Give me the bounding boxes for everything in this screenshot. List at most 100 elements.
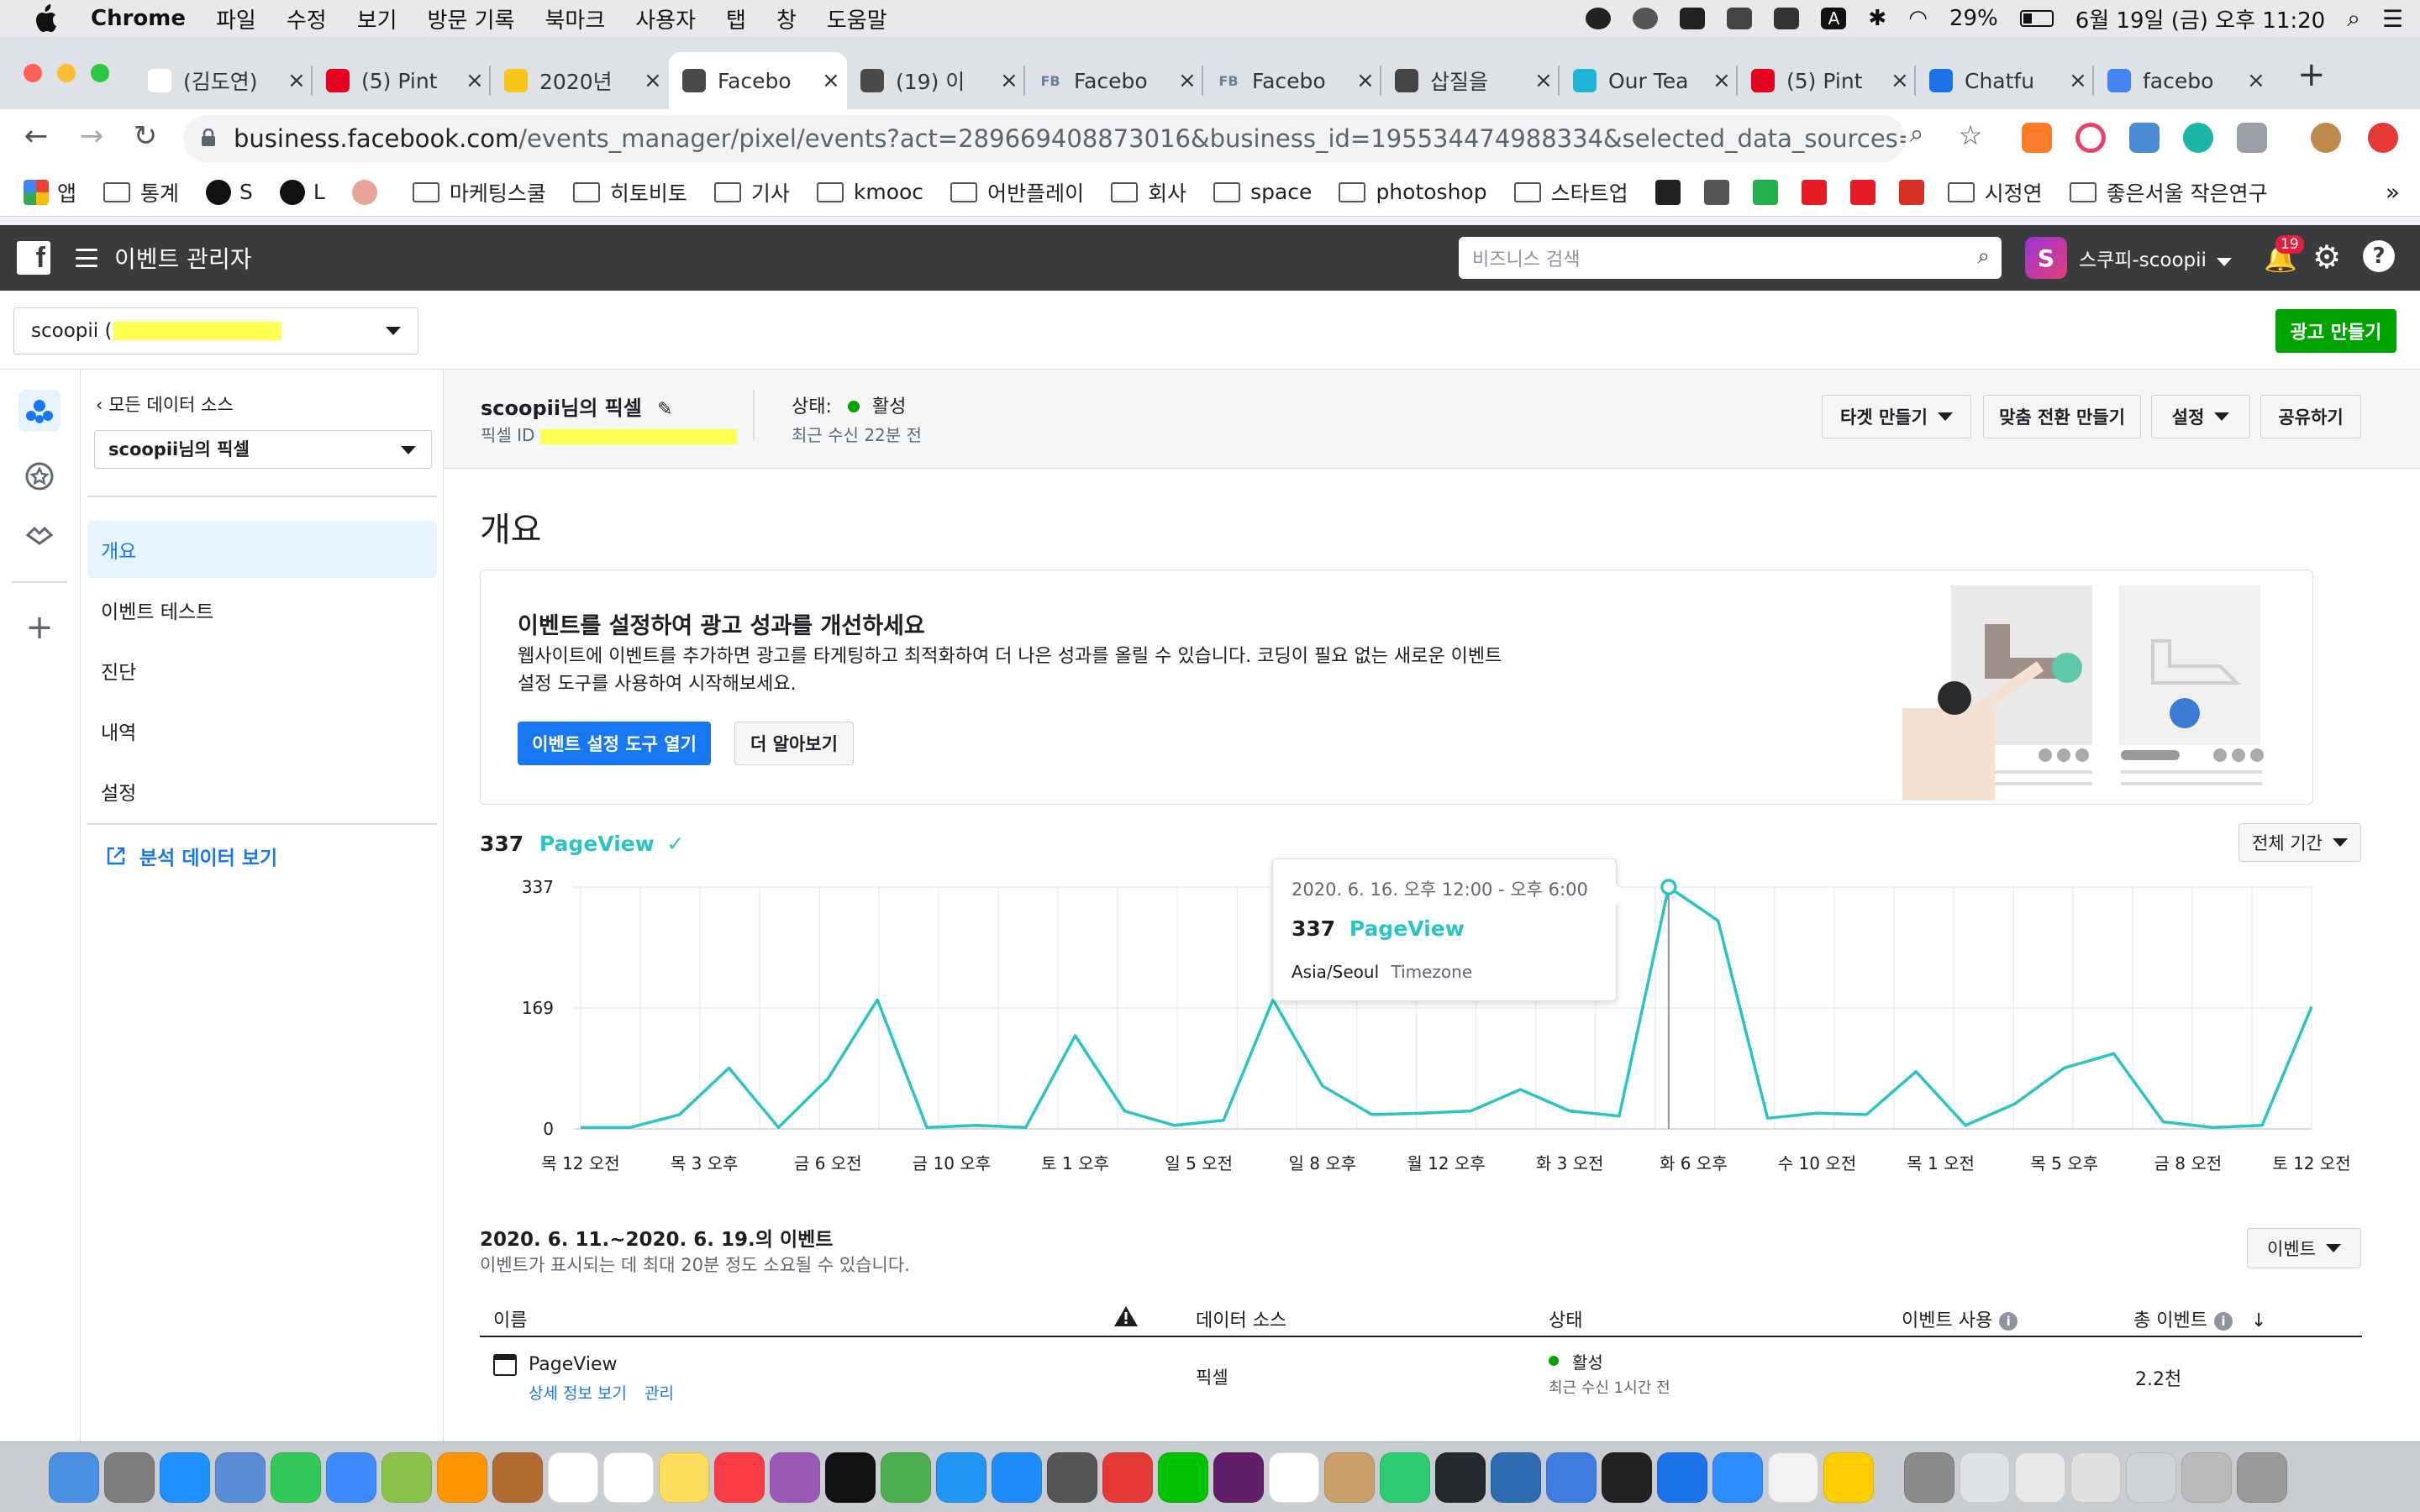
extension-camera-icon[interactable] [2237, 123, 2267, 153]
spotlight-icon[interactable]: ⌕ [2347, 4, 2360, 33]
dock-app-icon[interactable] [1158, 1452, 1208, 1503]
menu-history[interactable]: 방문 기록 [428, 3, 515, 34]
tab-close-icon[interactable]: × [287, 68, 306, 93]
bluetooth-icon[interactable]: ✱ [1868, 6, 1886, 31]
tab-close-icon[interactable]: × [1356, 68, 1375, 93]
warning-icon[interactable] [1113, 1305, 1139, 1332]
chart-data-point[interactable] [1418, 1109, 1426, 1117]
clock[interactable]: 6월 19일 (금) 오후 11:20 [2075, 3, 2326, 34]
chart-data-point[interactable] [1071, 1032, 1080, 1040]
dock-app-icon[interactable] [215, 1452, 266, 1503]
bookmark-item[interactable]: space [1213, 180, 1312, 204]
zoom-status-icon[interactable] [1680, 8, 1706, 29]
browser-tab[interactable]: (19) 이 × [847, 52, 1025, 109]
learn-more-button[interactable]: 더 알아보기 [734, 722, 854, 765]
nav-overview[interactable]: 개요 [87, 521, 437, 578]
browser-tab[interactable]: (5) Pint × [313, 52, 491, 109]
bookmark-item[interactable]: 마케팅스쿨 [412, 177, 546, 207]
nav-settings[interactable]: 설정 [87, 763, 437, 820]
dock-app-icon[interactable] [437, 1452, 487, 1503]
chart-data-point[interactable] [1912, 1068, 1920, 1076]
tab-close-icon[interactable]: × [466, 68, 484, 93]
bookmark-item[interactable]: 시정연 [1947, 177, 2043, 207]
dock-app-icon[interactable] [2015, 1452, 2065, 1503]
url-bar[interactable]: business.facebook.com/events_manager/pix… [183, 115, 1906, 162]
bookmark-item[interactable]: kmooc [816, 180, 923, 204]
dock-app-icon[interactable] [548, 1452, 598, 1503]
dropbox-status-icon[interactable] [1727, 8, 1753, 29]
lock-icon[interactable] [200, 129, 217, 147]
dock-app-icon[interactable] [1491, 1452, 1541, 1503]
bookmark-item[interactable]: 기사 [713, 177, 790, 207]
col-total-events[interactable]: 총 이벤트 i ↓ [2133, 1305, 2266, 1332]
site-favicon-icon[interactable] [1849, 179, 1876, 205]
bookmark-item[interactable]: 스타트업 [1513, 177, 1628, 207]
dock-app-icon[interactable] [2237, 1452, 2287, 1503]
wifi-icon[interactable]: ◠ [1908, 6, 1928, 31]
extension-code-icon[interactable] [2129, 123, 2160, 153]
table-row[interactable]: PageView 상세 정보 보기 관리 픽셀 활성 최근 수신 1시간 전 2… [480, 1339, 2362, 1416]
update-icon[interactable] [2368, 123, 2398, 153]
site-favicon-icon[interactable] [1655, 179, 1681, 205]
back-to-all-sources[interactable]: ‹ 모든 데이터 소스 [96, 391, 234, 417]
dock-app-icon[interactable] [1602, 1452, 1652, 1503]
tab-close-icon[interactable]: × [644, 68, 662, 93]
manage-link[interactable]: 관리 [644, 1381, 674, 1404]
zoom-window-button[interactable] [91, 64, 109, 82]
tab-close-icon[interactable]: × [1712, 68, 1731, 93]
bookmark-item[interactable]: L [279, 179, 325, 205]
dock-app-icon[interactable] [271, 1452, 321, 1503]
dock-app-icon[interactable] [1904, 1452, 1954, 1503]
dock-app-icon[interactable] [1546, 1452, 1597, 1503]
search-icon[interactable]: ⌕ [1977, 244, 1990, 270]
line-status-icon[interactable] [1586, 8, 1612, 29]
tab-close-icon[interactable]: × [1178, 68, 1197, 93]
chart-data-point[interactable] [1961, 1121, 1970, 1130]
account-switcher[interactable]: 스쿠피-scoopii [2079, 244, 2232, 272]
chart-data-point[interactable] [1516, 1085, 1524, 1094]
chart-data-point[interactable] [1318, 1082, 1327, 1090]
browser-tab[interactable]: FB Facebo × [1025, 52, 1203, 109]
chart-data-point[interactable] [2060, 1063, 2069, 1072]
date-range-dropdown[interactable]: 전체 기간 [2238, 823, 2361, 862]
reload-button[interactable]: ↻ [126, 119, 165, 153]
browser-tab[interactable]: facebo × [2094, 52, 2272, 109]
chart-data-point[interactable] [873, 995, 881, 1004]
bookmark-item[interactable]: 통계 [103, 177, 179, 207]
chart-data-point[interactable] [1565, 1107, 1574, 1116]
nav-test-events[interactable]: 이벤트 테스트 [87, 581, 437, 638]
chart-data-point[interactable] [923, 1123, 931, 1131]
control-center-icon[interactable]: ☰ [2382, 5, 2403, 33]
chart-data-point[interactable] [1812, 1109, 1821, 1117]
chart-data-point[interactable] [1022, 1123, 1030, 1131]
extension-m-icon[interactable] [2183, 123, 2213, 153]
chart-data-point[interactable] [2011, 1100, 2019, 1108]
dock-app-icon[interactable] [104, 1452, 155, 1503]
dock-app-icon[interactable] [2181, 1452, 2232, 1503]
chart-data-point[interactable] [2110, 1049, 2118, 1058]
add-icon[interactable]: + [18, 606, 60, 648]
dock-app-icon[interactable] [160, 1452, 210, 1503]
chart-data-point[interactable] [2159, 1117, 2167, 1126]
chart-data-point[interactable] [2307, 1003, 2316, 1011]
dock-app-icon[interactable] [936, 1452, 986, 1503]
chart-data-point[interactable] [972, 1121, 981, 1130]
browser-tab[interactable]: Facebo × [669, 52, 847, 109]
back-button[interactable]: ← [17, 119, 55, 153]
dock-app-icon[interactable] [881, 1452, 931, 1503]
create-ad-button[interactable]: 광고 만들기 [2275, 309, 2396, 353]
browser-tab[interactable]: 2020년 × [491, 52, 669, 109]
chart-data-point[interactable] [725, 1063, 734, 1072]
browser-tab[interactable]: 삽질을 × [1381, 52, 1560, 109]
dock-app-icon[interactable] [714, 1452, 765, 1503]
facebook-logo-icon[interactable]: f [17, 241, 50, 275]
dock-app-icon[interactable] [1435, 1452, 1486, 1503]
dock-app-icon[interactable] [825, 1452, 876, 1503]
view-details-link[interactable]: 상세 정보 보기 [529, 1381, 627, 1404]
menu-bookmarks[interactable]: 북마크 [545, 3, 606, 34]
pencil-icon[interactable]: ✎ [657, 399, 672, 420]
data-sources-icon[interactable] [18, 390, 60, 432]
dock-app-icon[interactable] [603, 1452, 654, 1503]
chart-data-point[interactable] [1170, 1121, 1178, 1130]
bookmark-item[interactable]: 회사 [1111, 177, 1186, 207]
